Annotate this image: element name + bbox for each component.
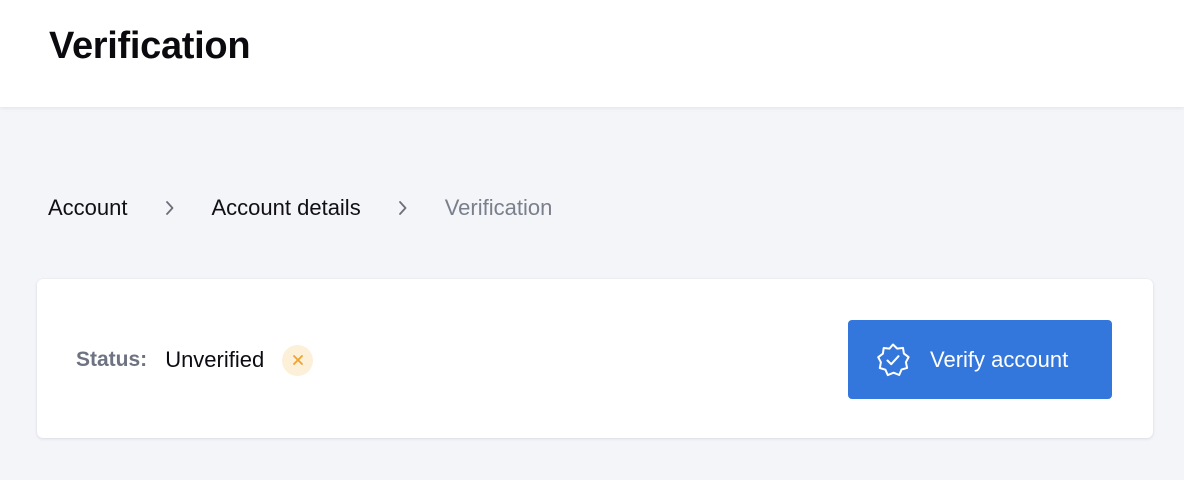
breadcrumb: Account Account details Verification — [48, 193, 552, 223]
status-row: Status: Unverified — [76, 344, 314, 376]
verified-badge-icon — [874, 341, 912, 379]
close-icon — [292, 355, 303, 365]
unverified-status-badge — [282, 344, 314, 376]
status-label: Status: — [76, 348, 148, 371]
page-header: Verification — [0, 0, 1184, 107]
verification-page: Verification Account Account details Ver… — [0, 0, 1184, 480]
verification-status-card: Status: Unverified Verify account — [37, 279, 1153, 438]
verify-account-button[interactable]: Verify account — [848, 320, 1112, 399]
page-title: Verification — [49, 25, 251, 67]
breadcrumb-account-link[interactable]: Account — [48, 193, 128, 223]
verify-account-label: Verify account — [930, 346, 1069, 372]
status-value: Unverified — [165, 347, 265, 372]
breadcrumb-account-details-link[interactable]: Account details — [212, 193, 361, 223]
breadcrumb-current-page: Verification — [444, 195, 553, 220]
chevron-right-icon — [361, 193, 445, 223]
chevron-right-icon — [128, 193, 212, 223]
